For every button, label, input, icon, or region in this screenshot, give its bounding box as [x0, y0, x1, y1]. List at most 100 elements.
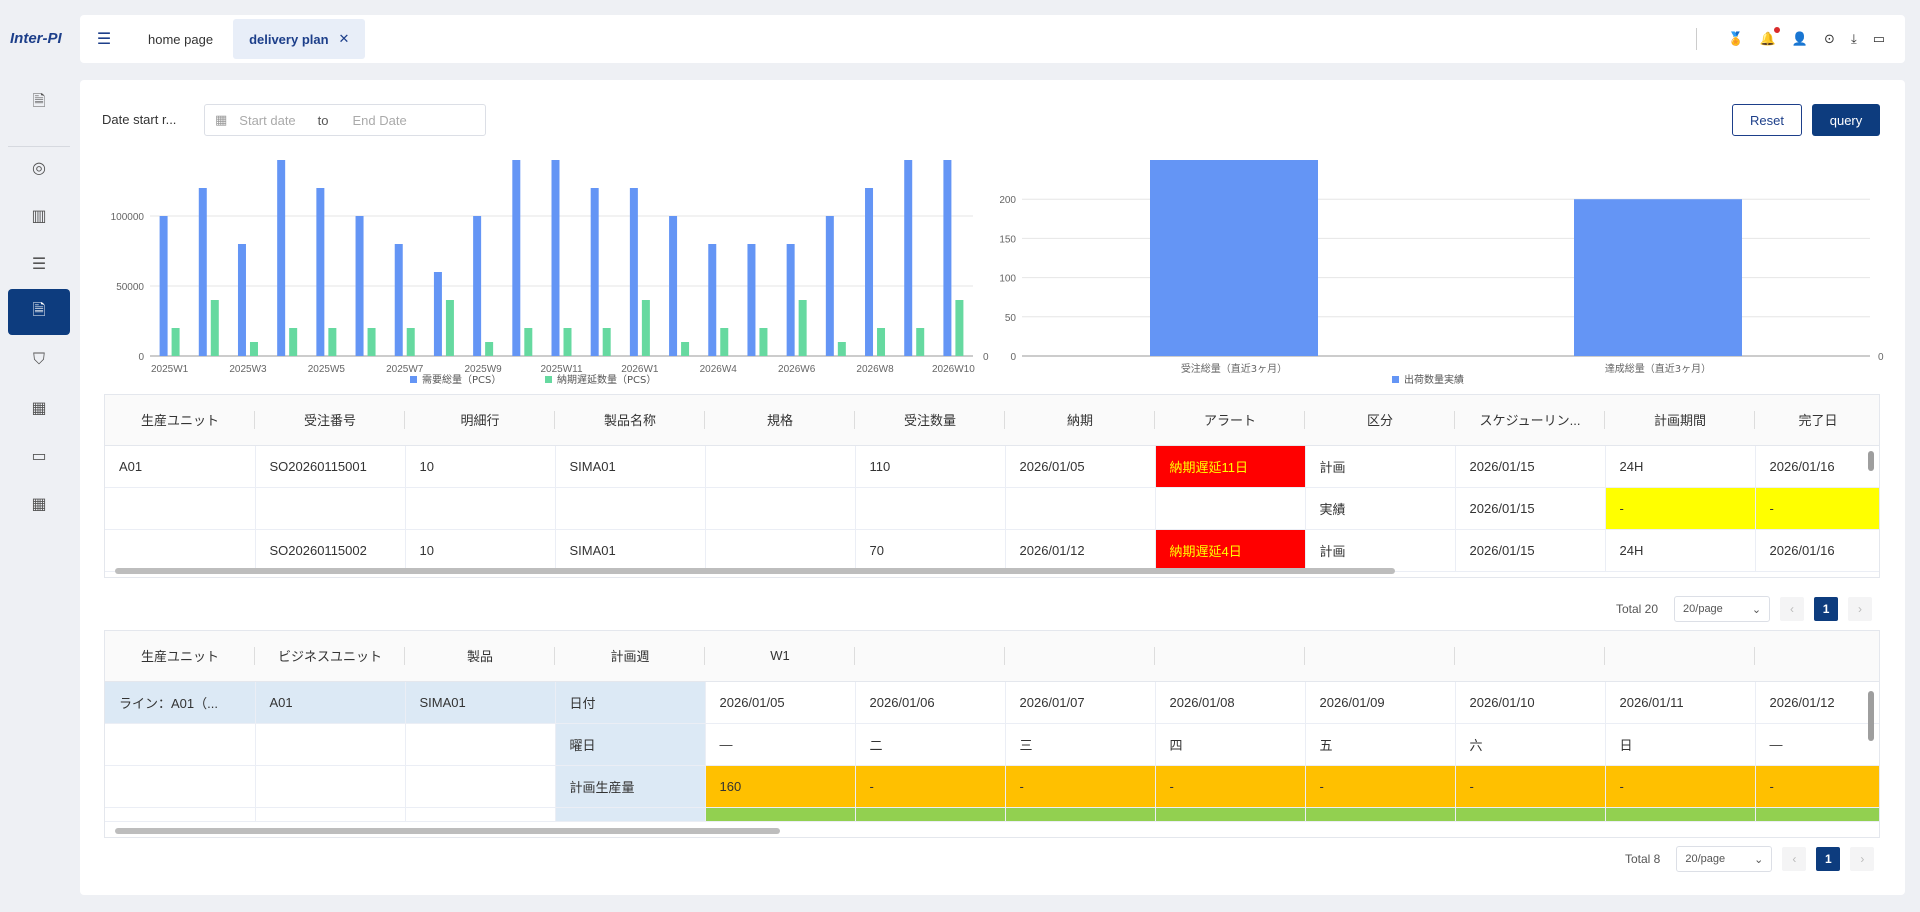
- chevron-left-icon: ‹: [1790, 602, 1795, 616]
- table-row[interactable]: A01 SO20260115001 10 SIMA01 110 2026/01/05 納期遅…: [105, 445, 1879, 488]
- column-header[interactable]: [1455, 631, 1605, 682]
- prev-page-button[interactable]: ‹: [1782, 847, 1807, 871]
- download-icon[interactable]: ⤓: [1851, 31, 1857, 47]
- shield-icon: ⛉: [32, 351, 45, 368]
- column-header[interactable]: 受注番号: [255, 395, 405, 446]
- prev-page-button[interactable]: ‹: [1780, 597, 1805, 621]
- sidebar-item-list[interactable]: ☰: [8, 241, 70, 287]
- tab-delivery-plan[interactable]: delivery plan ✕: [233, 19, 366, 59]
- table-row[interactable]: [105, 807, 1879, 822]
- column-header[interactable]: 生産ユニット: [105, 631, 255, 682]
- table-cell: -: [1605, 765, 1756, 808]
- table-row[interactable]: 曜日 — 二三四五六日 —: [105, 723, 1879, 766]
- column-header[interactable]: [855, 631, 1005, 682]
- bar-demand: [904, 160, 913, 356]
- table-cell: [1305, 807, 1456, 822]
- calendar-icon: ▦: [31, 400, 47, 417]
- location-icon[interactable]: ⊙: [1824, 31, 1835, 47]
- bar-demand: [355, 216, 364, 356]
- table-cell: [105, 723, 256, 766]
- table-row[interactable]: 計画生産量 160- - - - - - -: [105, 765, 1879, 808]
- page-size-select[interactable]: 20/page ⌄: [1676, 846, 1773, 872]
- close-icon[interactable]: ✕: [339, 31, 350, 47]
- sidebar-item-settings[interactable]: ◎: [8, 145, 70, 191]
- table-cell: A01: [105, 445, 256, 488]
- column-header[interactable]: 完了日: [1755, 395, 1879, 446]
- column-header[interactable]: スケジューリン...: [1455, 395, 1605, 446]
- column-header[interactable]: 受注数量: [855, 395, 1005, 446]
- table-cell: 二: [855, 723, 1006, 766]
- table-cell: 2026/01/16: [1755, 529, 1879, 572]
- sidebar-item-calendar[interactable]: ▦: [8, 385, 70, 431]
- bar-delay: [759, 328, 768, 356]
- column-header[interactable]: 製品名称: [555, 395, 705, 446]
- column-header[interactable]: 計画期間: [1605, 395, 1755, 446]
- table-cell: ライン：A01（...: [105, 681, 256, 724]
- sidebar-item-monitor[interactable]: ▭: [8, 433, 70, 479]
- column-header[interactable]: 製品: [405, 631, 555, 682]
- column-header[interactable]: 生産ユニット: [105, 395, 255, 446]
- table-cell: 10: [405, 445, 556, 488]
- column-header[interactable]: [1305, 631, 1455, 682]
- sidebar-item-charts[interactable]: ▥: [8, 193, 70, 239]
- bar-delay: [171, 328, 180, 356]
- bar-demand: [747, 244, 756, 356]
- sidebar-item-document[interactable]: 🗎: [8, 80, 70, 126]
- column-header[interactable]: 区分: [1305, 395, 1455, 446]
- column-header[interactable]: W1: [705, 631, 855, 682]
- table-row[interactable]: 実績 2026/01/15- -: [105, 487, 1879, 530]
- column-header[interactable]: [1755, 631, 1879, 682]
- column-header[interactable]: 明細行: [405, 395, 555, 446]
- user-icon[interactable]: 👤: [1792, 31, 1808, 47]
- table-cell: [1755, 807, 1879, 822]
- reset-button[interactable]: Reset: [1732, 104, 1802, 136]
- column-header[interactable]: 納期: [1005, 395, 1155, 446]
- date-range-picker[interactable]: ▦ Start date to End Date: [204, 104, 486, 136]
- column-header[interactable]: [1005, 631, 1155, 682]
- horizontal-scrollbar[interactable]: [115, 828, 780, 834]
- start-date-input[interactable]: Start date: [239, 113, 295, 128]
- bar-delay: [681, 342, 690, 356]
- current-page[interactable]: 1: [1814, 597, 1839, 621]
- tab-bar: ☰ home page delivery plan ✕ 🏅 🔔 👤 ⊙ ⤓ ▭: [80, 15, 1905, 63]
- monitor-icon[interactable]: ▭: [1873, 31, 1885, 47]
- sidebar-item-calendar-2[interactable]: ▦: [8, 481, 70, 527]
- vertical-scrollbar[interactable]: [1868, 691, 1874, 741]
- horizontal-scrollbar[interactable]: [115, 568, 1395, 574]
- bar-delay: [445, 300, 454, 356]
- range-separator: to: [317, 112, 329, 128]
- table-cell: 三: [1005, 723, 1156, 766]
- column-header[interactable]: [1155, 631, 1305, 682]
- table-cell: 2026/01/09: [1305, 681, 1456, 724]
- table-row[interactable]: SO20260115002 10 SIMA01 70 2026/01/12 納期遅延4日計…: [105, 529, 1879, 572]
- column-header[interactable]: [1605, 631, 1755, 682]
- x-tick-label: 2026W10: [932, 364, 975, 375]
- sidebar-item-delivery-plan[interactable]: 🗎: [8, 289, 70, 335]
- sidebar-item-shield[interactable]: ⛉: [8, 337, 70, 383]
- table-cell: —: [705, 723, 856, 766]
- bar-delay: [485, 342, 494, 356]
- tab-home-page[interactable]: home page: [132, 19, 229, 59]
- vertical-scrollbar[interactable]: [1868, 451, 1874, 471]
- next-page-button[interactable]: ›: [1850, 847, 1875, 871]
- page-size-select[interactable]: 20/page ⌄: [1674, 596, 1771, 622]
- current-page[interactable]: 1: [1816, 847, 1841, 871]
- tab-label: home page: [148, 31, 214, 47]
- menu-toggle-icon[interactable]: ☰: [80, 29, 128, 49]
- column-header[interactable]: アラート: [1155, 395, 1305, 446]
- x-tick-label: 受注総量（直近3ヶ月）: [1181, 362, 1287, 375]
- next-page-button[interactable]: ›: [1848, 597, 1873, 621]
- column-header[interactable]: 計画週: [555, 631, 705, 682]
- table-row[interactable]: ライン：A01（... A01 SIMA01 日付 2026/01/05 2026/01/…: [105, 681, 1879, 724]
- end-date-input[interactable]: End Date: [353, 113, 407, 128]
- table-cell: -: [1305, 765, 1456, 808]
- column-header[interactable]: 規格: [705, 395, 855, 446]
- notification-bell-icon[interactable]: 🔔: [1760, 27, 1780, 47]
- query-button[interactable]: query: [1812, 104, 1880, 136]
- order-table: 生産ユニット 受注番号 明細行 製品名称 規格 受注数量 納期 アラート 区分 スケジューリン..…: [104, 394, 1880, 578]
- badge-icon[interactable]: 🏅: [1727, 31, 1743, 47]
- column-header[interactable]: ビジネスユニット: [255, 631, 405, 682]
- bar-delay: [602, 328, 611, 356]
- table-cell: 2026/01/10: [1455, 681, 1606, 724]
- chevron-down-icon: ⌄: [1754, 853, 1764, 866]
